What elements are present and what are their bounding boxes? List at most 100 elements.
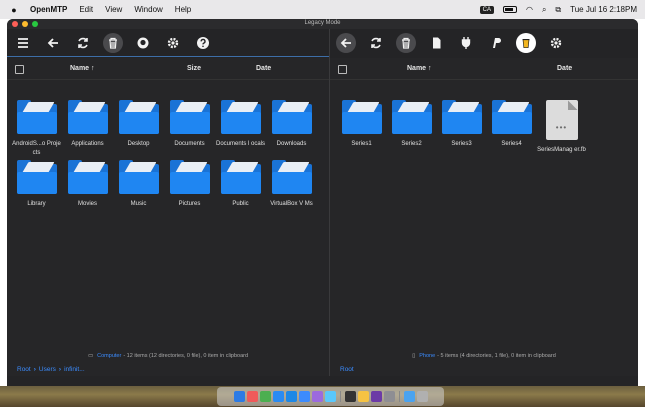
battery-icon[interactable] — [502, 6, 517, 13]
dock-trash-icon[interactable] — [416, 391, 428, 402]
status-device-name: Phone — [419, 353, 436, 359]
dock-calendar-icon[interactable] — [246, 391, 258, 402]
control-center-icon[interactable]: ⧉ — [555, 5, 561, 15]
folder-item[interactable]: Pictures — [164, 160, 215, 220]
gear-icon[interactable] — [163, 33, 183, 53]
folder-name: AndroidS...o Projects — [12, 141, 61, 156]
folder-item[interactable]: AndroidS...o Projects — [11, 100, 62, 160]
menu-app-name[interactable]: OpenMTP — [30, 5, 67, 14]
folder-item[interactable]: Music — [113, 160, 164, 220]
gear-icon[interactable] — [546, 33, 566, 53]
dock-terminal-icon[interactable] — [344, 391, 356, 402]
breadcrumb-users[interactable]: Users — [39, 366, 56, 373]
folder-icon — [67, 160, 108, 194]
back-arrow-icon[interactable] — [43, 33, 63, 53]
phone-column-header: Name ↑ Date — [330, 58, 638, 80]
phone-breadcrumb: Root — [330, 363, 638, 376]
menu-edit[interactable]: Edit — [79, 5, 93, 14]
folder-name: Series1 — [351, 141, 372, 147]
clock[interactable]: Tue Jul 16 2:18PM — [570, 5, 637, 14]
folder-item[interactable]: Documents l ocals — [215, 100, 266, 160]
folder-name: VirtualBox V Ms — [270, 201, 313, 207]
folder-icon — [271, 160, 312, 194]
dock-notes-icon[interactable] — [357, 391, 369, 402]
menu-window[interactable]: Window — [134, 5, 162, 14]
openmtp-window: Legacy Mode Name ↑ Size Date AndroidS...… — [7, 19, 638, 386]
folder-item[interactable]: Desktop — [113, 100, 164, 160]
folder-name: Series3 — [451, 141, 472, 147]
breadcrumb-root[interactable]: Root — [340, 366, 354, 373]
dock-safari-icon[interactable] — [298, 391, 310, 402]
size-column-header[interactable]: Size — [187, 65, 201, 72]
breadcrumb-root[interactable]: Root — [17, 366, 31, 373]
name-column-header[interactable]: Name ↑ — [70, 65, 95, 72]
input-source-badge[interactable]: CA — [479, 5, 494, 14]
dock-finder-icon[interactable] — [233, 391, 245, 402]
folder-item[interactable]: Public — [215, 160, 266, 220]
folder-item[interactable]: Library — [11, 160, 62, 220]
dock-files-icon[interactable] — [403, 391, 415, 402]
folder-item[interactable]: VirtualBox V Ms — [266, 160, 317, 220]
folder-name: Library — [27, 201, 46, 207]
dock-slack-icon[interactable] — [370, 391, 382, 402]
select-all-checkbox[interactable] — [338, 65, 347, 74]
folder-icon — [169, 160, 210, 194]
computer-file-grid: AndroidS...o Projects Applications Desktop… — [11, 100, 317, 220]
folder-name: Music — [130, 201, 147, 207]
coffee-cup-icon[interactable] — [516, 33, 536, 53]
menu-hamburger-icon[interactable] — [13, 33, 33, 53]
dock-vscode-icon[interactable] — [285, 391, 297, 402]
folder-icon — [16, 100, 57, 134]
dock-separator — [339, 391, 341, 402]
folder-item[interactable]: Downloads — [266, 100, 317, 160]
paypal-icon[interactable] — [486, 33, 506, 53]
laptop-icon: ▭ — [87, 353, 94, 359]
menu-view[interactable]: View — [105, 5, 122, 14]
trash-icon[interactable] — [103, 32, 123, 53]
folder-name: Pictures — [178, 201, 201, 207]
file-item[interactable]: ••• SeriesManag er.fb — [536, 100, 587, 166]
wifi-icon[interactable]: ◠ — [526, 5, 533, 14]
folder-item[interactable]: Series4 — [486, 100, 537, 166]
folder-icon — [341, 100, 382, 134]
folder-item[interactable]: Documents — [164, 100, 215, 160]
github-icon[interactable] — [133, 33, 153, 53]
folder-item[interactable]: Series1 — [336, 100, 387, 166]
dock-chrome-icon[interactable] — [259, 391, 271, 402]
date-column-header[interactable]: Date — [557, 65, 572, 72]
dock — [217, 387, 444, 406]
dock-mail-icon[interactable] — [272, 391, 284, 402]
name-column-header[interactable]: Name ↑ — [407, 65, 432, 72]
menu-bar: ● OpenMTP Edit View Window Help CA ◠ ⌕ ⧉… — [0, 0, 645, 19]
dock-app1-icon[interactable] — [311, 391, 323, 402]
folder-icon — [118, 160, 159, 194]
menu-help[interactable]: Help — [175, 5, 191, 14]
title-bar: Legacy Mode — [7, 19, 638, 29]
folder-item[interactable]: Applications — [62, 100, 113, 160]
folder-icon — [220, 160, 261, 194]
chevron-right-icon: › — [58, 366, 62, 373]
select-all-checkbox[interactable] — [15, 65, 24, 74]
refresh-icon[interactable] — [366, 33, 386, 53]
folder-name: Documents — [174, 141, 205, 147]
dock-settings-icon[interactable] — [383, 391, 395, 402]
date-column-header[interactable]: Date — [256, 65, 271, 72]
folder-name: Series2 — [401, 141, 422, 147]
apple-icon[interactable]: ● — [8, 5, 20, 15]
breadcrumb-current[interactable]: infinit... — [64, 366, 85, 373]
folder-item[interactable]: Series3 — [436, 100, 487, 166]
help-icon[interactable] — [193, 33, 213, 53]
folder-name: Documents l ocals — [215, 141, 266, 147]
file-name: SeriesManag er.fb — [537, 147, 586, 153]
refresh-icon[interactable] — [73, 33, 93, 53]
computer-status-bar: ▭ Computer - 12 items (12 directories, 0… — [7, 349, 329, 363]
plug-icon[interactable] — [456, 33, 476, 53]
folder-item[interactable]: Movies — [62, 160, 113, 220]
search-icon[interactable]: ⌕ — [542, 5, 546, 15]
sd-card-icon[interactable] — [426, 33, 446, 53]
dock-app2-icon[interactable] — [324, 391, 336, 402]
trash-icon[interactable] — [396, 33, 416, 53]
back-arrow-icon[interactable] — [336, 33, 356, 53]
folder-icon — [118, 100, 159, 134]
folder-item[interactable]: Series2 — [386, 100, 437, 166]
